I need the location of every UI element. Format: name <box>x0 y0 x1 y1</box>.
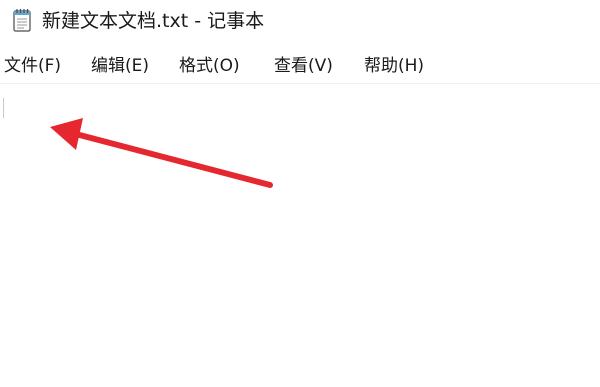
window-title: 新建文本文档.txt - 记事本 <box>42 10 265 32</box>
menu-file[interactable]: 文件(F) <box>4 52 61 80</box>
notepad-window: 新建文本文档.txt - 记事本 文件(F) 编辑(E) 格式(O) 查看(V)… <box>0 0 600 387</box>
text-caret <box>3 98 4 118</box>
notepad-icon <box>13 8 31 32</box>
text-editor-area[interactable] <box>0 84 600 387</box>
title-bar[interactable]: 新建文本文档.txt - 记事本 <box>0 0 600 44</box>
menu-help[interactable]: 帮助(H) <box>364 52 424 80</box>
menu-edit[interactable]: 编辑(E) <box>91 52 149 80</box>
menu-view[interactable]: 查看(V) <box>274 52 333 80</box>
menu-bar: 文件(F) 编辑(E) 格式(O) 查看(V) 帮助(H) <box>0 50 600 82</box>
menu-format[interactable]: 格式(O) <box>179 52 240 80</box>
